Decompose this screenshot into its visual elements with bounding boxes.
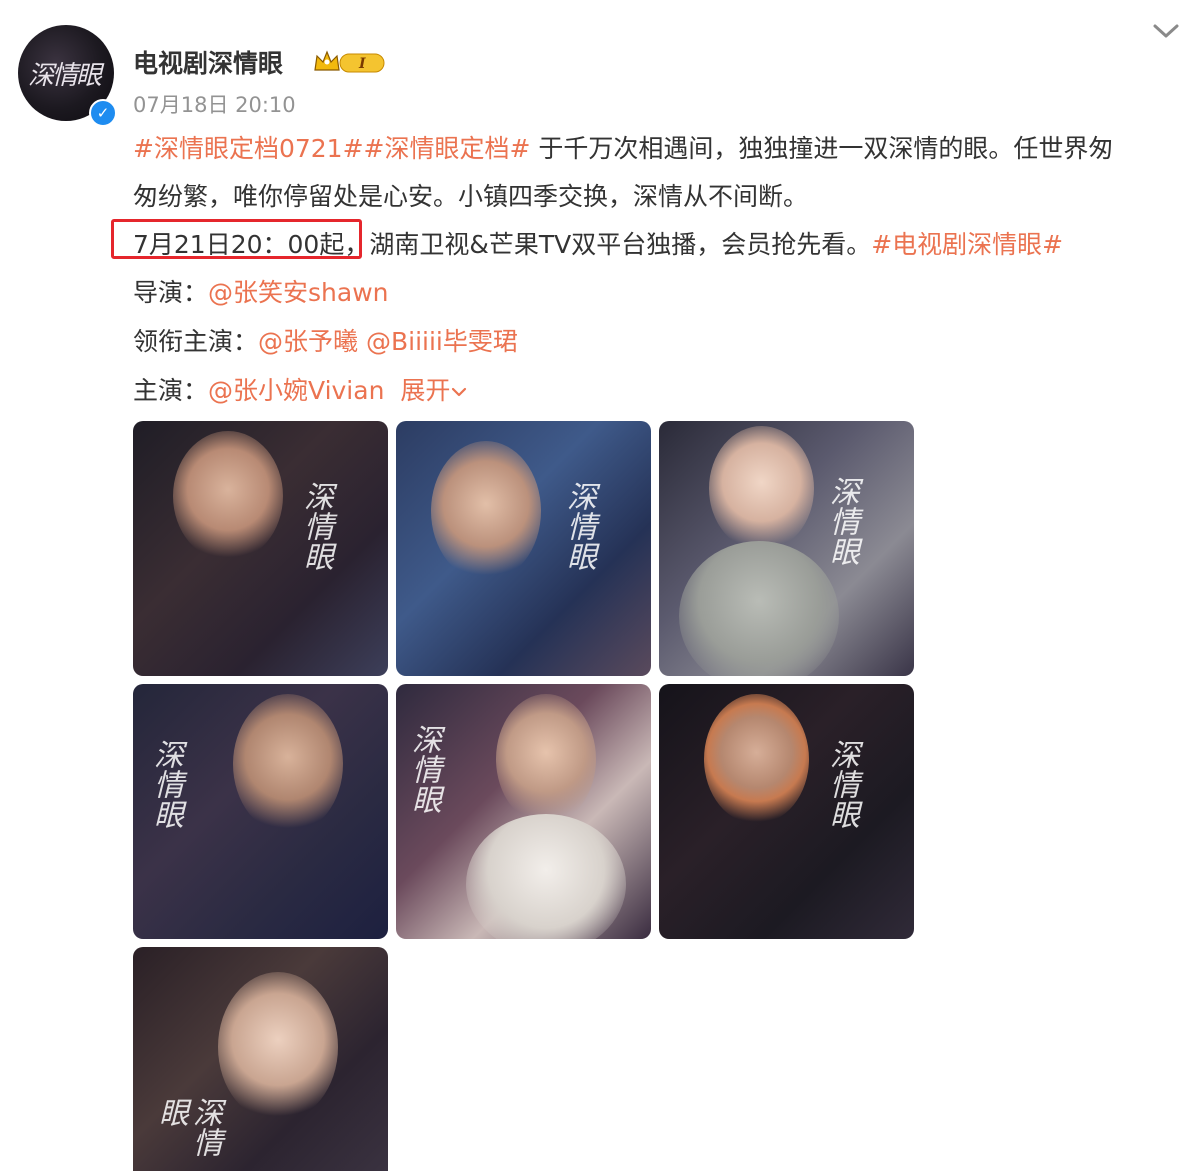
hashtag-link[interactable]: #深情眼定档0721# — [133, 134, 364, 163]
poster-title: 深情眼 — [561, 481, 596, 571]
poster-title: 深情眼 — [406, 724, 441, 814]
portrait-figure — [679, 541, 839, 676]
mention-link[interactable]: @Biiiii毕雯珺 — [366, 327, 518, 356]
post-image[interactable]: 深情眼 — [396, 421, 651, 676]
post-line-cast: 主演：@张小婉Vivian 展开 — [133, 371, 468, 407]
mention-link[interactable]: @张笑安shawn — [208, 278, 388, 307]
poster-title: 深情眼 — [153, 1097, 222, 1157]
post-image[interactable]: 深情眼 — [133, 684, 388, 939]
cast-label: 主演： — [133, 376, 209, 405]
post-image[interactable]: 深情眼 — [659, 421, 914, 676]
avatar-logo-text: 深情眼 — [28, 61, 102, 91]
poster-title: 深情眼 — [824, 739, 859, 829]
post-image[interactable]: 深情眼 — [133, 947, 388, 1171]
poster-title: 深情眼 — [824, 476, 859, 566]
verified-badge-icon: ✓ — [89, 99, 117, 127]
portrait-figure — [709, 426, 814, 551]
post-image[interactable]: 深情眼 — [133, 421, 388, 676]
post-line-director: 导演：@张笑安shawn — [133, 273, 389, 309]
portrait-figure — [704, 694, 809, 824]
post-line-leads: 领衔主演：@张予曦 @Biiiii毕雯珺 — [133, 322, 518, 358]
portrait-figure — [233, 694, 343, 834]
poster-title: 深情眼 — [298, 481, 333, 571]
username[interactable]: 电视剧深情眼 — [133, 44, 283, 80]
post-image[interactable]: 深情眼 — [396, 684, 651, 939]
leads-label: 领衔主演： — [133, 327, 259, 356]
portrait-figure — [496, 694, 596, 824]
expand-link[interactable]: 展开 — [400, 376, 450, 405]
poster-title: 深情眼 — [148, 739, 183, 829]
mention-link[interactable]: @张予曦 — [258, 327, 358, 356]
vip-level: I — [358, 56, 366, 72]
post-line-2: 匆纷繁，唯你停留处是心安。小镇四季交换，深情从不间断。 — [133, 177, 808, 213]
post-text: 匆纷繁，唯你停留处是心安。小镇四季交换，深情从不间断。 — [133, 182, 809, 211]
portrait-figure — [466, 814, 626, 939]
post-line-1: #深情眼定档0721##深情眼定档# 于千万次相遇间，独独撞进一双深情的眼。任世… — [133, 129, 1113, 165]
mention-link[interactable]: @张小婉Vivian — [208, 376, 384, 405]
post-timestamp[interactable]: 07月18日 20:10 — [133, 89, 296, 119]
post-image[interactable]: 深情眼 — [659, 684, 914, 939]
highlight-box — [111, 219, 362, 259]
portrait-figure — [173, 431, 283, 561]
vip-crown-icon[interactable]: I — [312, 48, 386, 76]
director-label: 导演： — [133, 278, 209, 307]
hashtag-link[interactable]: #电视剧深情眼# — [871, 230, 1063, 259]
portrait-figure — [218, 972, 338, 1122]
expand-chevron-icon[interactable] — [450, 385, 468, 399]
portrait-figure — [431, 441, 541, 581]
hashtag-link[interactable]: #深情眼定档# — [364, 134, 531, 163]
post-text: 于千万次相遇间，独独撞进一双深情的眼。任世界匆 — [530, 134, 1114, 163]
chevron-down-icon[interactable] — [1152, 20, 1180, 42]
